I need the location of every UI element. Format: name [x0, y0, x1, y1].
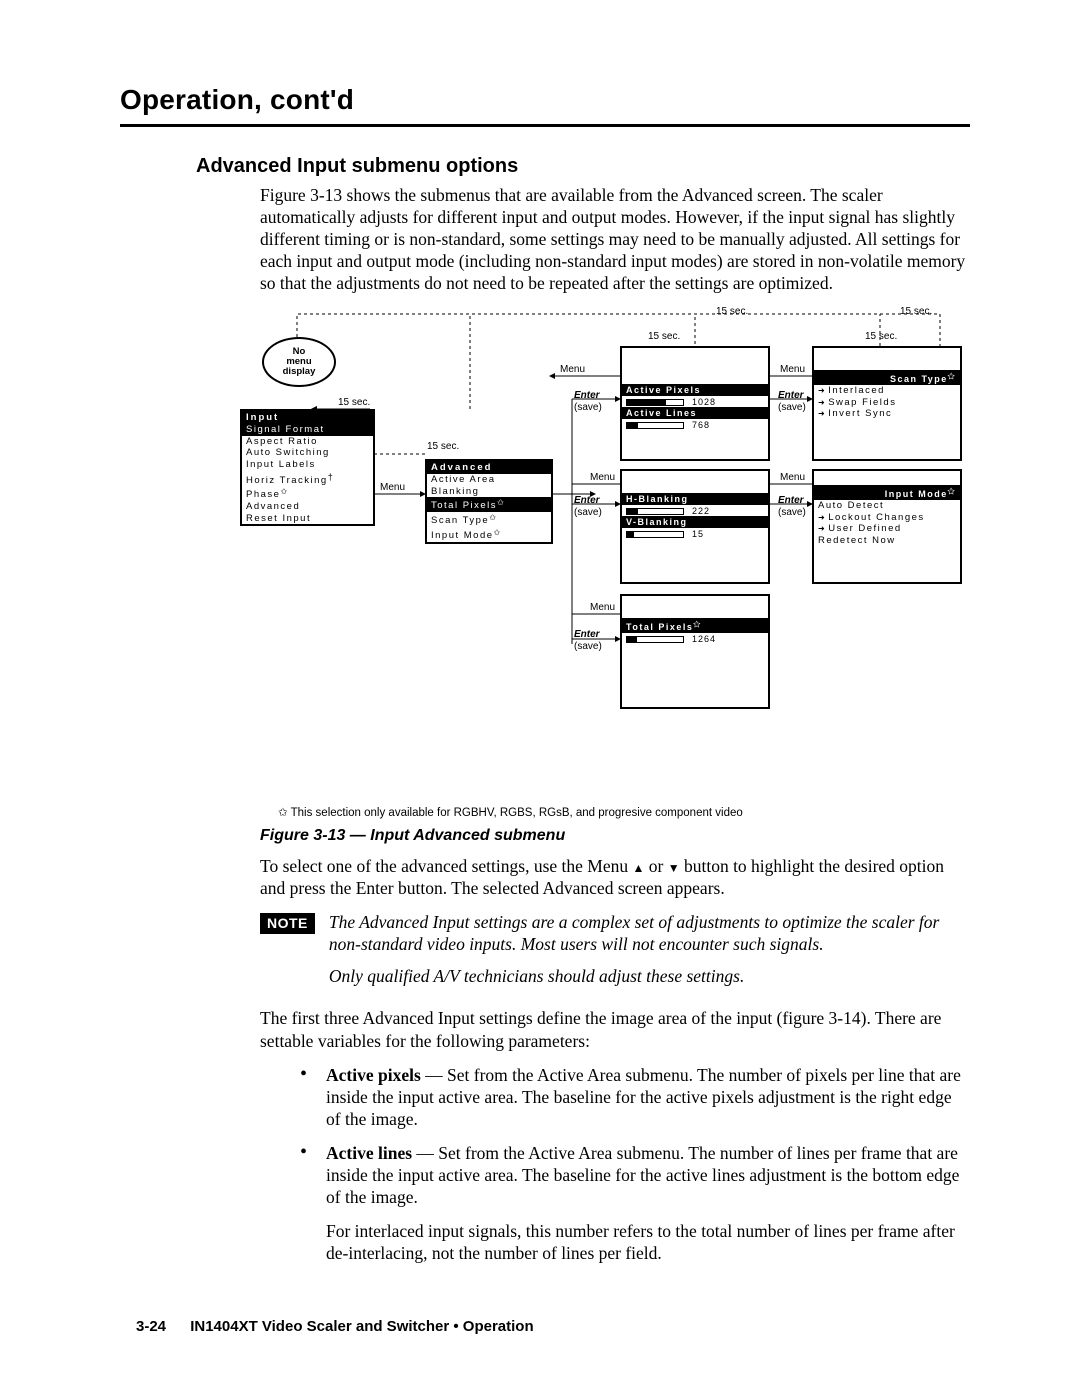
note-text: The Advanced Input settings are a comple…: [329, 911, 970, 997]
footer-title: IN1404XT Video Scaler and Switcher • Ope…: [190, 1318, 533, 1335]
input-menu-item: Reset Input: [242, 513, 373, 525]
input-mode-item: Auto Detect: [814, 500, 960, 512]
input-menu-item: Aspect Ratio: [242, 436, 373, 448]
bullet-list: Active pixels — Set from the Active Area…: [296, 1064, 970, 1208]
or-word: or: [644, 856, 667, 876]
active-lines-label: Active Lines: [622, 407, 768, 419]
save-label: (save): [574, 507, 602, 518]
input-mode-screen: Input Mode✩ Auto Detect Lockout Changes …: [812, 469, 962, 584]
body-paragraph-1: To select one of the advanced settings, …: [260, 855, 970, 899]
enter-arrow-label: Enter: [574, 390, 600, 401]
input-mode-item: User Defined: [814, 523, 960, 535]
timeout-label: 15 sec.: [716, 306, 748, 317]
page-number: 3-24: [136, 1318, 166, 1335]
menu-arrow-label: Menu: [590, 472, 615, 483]
total-pixels-value: 1264: [686, 634, 716, 644]
h-blanking-value: 222: [686, 506, 710, 516]
save-label: (save): [778, 402, 806, 413]
note-paragraph-1: The Advanced Input settings are a comple…: [329, 911, 970, 955]
no-menu-line-3: display: [264, 367, 334, 377]
bullet-active-pixels: Active pixels — Set from the Active Area…: [296, 1064, 970, 1130]
bullet-text: — Set from the Active Area submenu. The …: [326, 1065, 961, 1129]
active-pixels-bar: 1028: [622, 396, 768, 407]
star-footnote: ✩ This selection only available for RGBH…: [278, 805, 970, 819]
note-block: NOTE The Advanced Input settings are a c…: [260, 911, 970, 997]
section-heading: Operation, cont'd: [120, 84, 970, 116]
bullet-text: — Set from the Active Area submenu. The …: [326, 1143, 959, 1207]
menu-arrow-label: Menu: [780, 364, 805, 375]
active-lines-bar: 768: [622, 419, 768, 430]
menu-arrow-label: Menu: [380, 482, 405, 493]
total-pixels-bar: 1264: [622, 633, 768, 644]
advanced-menu-item: Blanking: [427, 486, 551, 498]
save-label: (save): [778, 507, 806, 518]
save-label: (save): [574, 641, 602, 652]
advanced-menu-item: Total Pixels✩: [427, 497, 551, 512]
body1-pre: To select one of the advanced settings, …: [260, 856, 632, 876]
v-blanking-label: V-Blanking: [622, 516, 768, 528]
timeout-label: 15 sec.: [900, 306, 932, 317]
scan-type-screen: Scan Type✩ Interlaced Swap Fields Invert…: [812, 346, 962, 461]
figure-3-13-diagram: No menu display 15 sec. 15 sec. 15 sec. …: [220, 304, 980, 799]
figure-caption: Figure 3-13 — Input Advanced submenu: [260, 827, 970, 845]
input-mode-item: Lockout Changes: [814, 512, 960, 524]
enter-arrow-label: Enter: [574, 495, 600, 506]
total-pixels-screen: Total Pixels✩ 1264: [620, 594, 770, 709]
subsection-heading: Advanced Input submenu options: [196, 155, 970, 178]
triangle-down-icon: ▼: [668, 864, 680, 874]
menu-arrow-label: Menu: [590, 602, 615, 613]
timeout-label: 15 sec.: [427, 441, 459, 452]
scan-type-item: Swap Fields: [814, 397, 960, 409]
advanced-menu-box: Advanced Active Area Blanking Total Pixe…: [425, 459, 553, 543]
input-mode-title: Input Mode✩: [814, 485, 960, 500]
timeout-label: 15 sec.: [338, 397, 370, 408]
advanced-menu-item: Active Area: [427, 474, 551, 486]
input-mode-item: Redetect Now: [814, 535, 960, 547]
active-pixels-label: Active Pixels: [622, 384, 768, 396]
triangle-up-icon: ▲: [632, 864, 644, 874]
sub-note-paragraph: For interlaced input signals, this numbe…: [326, 1220, 970, 1264]
input-menu-item: Auto Switching: [242, 447, 373, 459]
menu-arrow-label: Menu: [780, 472, 805, 483]
bullet-label: Active pixels: [326, 1065, 421, 1085]
enter-arrow-label: Enter: [778, 390, 804, 401]
enter-arrow-label: Enter: [778, 495, 804, 506]
menu-arrow-label: Menu: [560, 364, 585, 375]
timeout-label: 15 sec.: [865, 331, 897, 342]
input-menu-title: Input: [242, 411, 373, 424]
v-blanking-bar: 15: [622, 528, 768, 539]
scan-type-title: Scan Type✩: [814, 370, 960, 385]
note-paragraph-2: Only qualified A/V technicians should ad…: [329, 965, 970, 987]
input-menu-item: Input Labels: [242, 459, 373, 471]
scan-type-item: Interlaced: [814, 385, 960, 397]
bullet-active-lines: Active lines — Set from the Active Area …: [296, 1142, 970, 1208]
blanking-screen: H-Blanking 222 V-Blanking 15: [620, 469, 770, 584]
active-lines-value: 768: [686, 420, 710, 430]
bullet-label: Active lines: [326, 1143, 412, 1163]
scan-type-item: Invert Sync: [814, 408, 960, 420]
h-blanking-label: H-Blanking: [622, 493, 768, 505]
active-pixels-value: 1028: [686, 397, 716, 407]
intro-paragraph: Figure 3-13 shows the submenus that are …: [260, 184, 970, 294]
advanced-menu-title: Advanced: [427, 461, 551, 474]
note-badge: NOTE: [260, 913, 315, 934]
advanced-menu-item: Scan Type✩: [427, 512, 551, 527]
input-menu-item: Signal Format: [242, 424, 373, 436]
horizontal-rule: [120, 124, 970, 127]
input-menu-item: Advanced: [242, 501, 373, 513]
input-menu-item: Phase✩: [242, 486, 373, 501]
page-footer: 3-24 IN1404XT Video Scaler and Switcher …: [136, 1318, 534, 1335]
active-area-screen: Active Pixels 1028 Active Lines 768: [620, 346, 770, 461]
v-blanking-value: 15: [686, 529, 704, 539]
no-menu-display-node: No menu display: [262, 337, 336, 387]
enter-arrow-label: Enter: [574, 629, 600, 640]
advanced-menu-item: Input Mode✩: [427, 527, 551, 542]
input-menu-item: Horiz Tracking†: [242, 471, 373, 487]
input-menu-box: Input Signal Format Aspect Ratio Auto Sw…: [240, 409, 375, 526]
save-label: (save): [574, 402, 602, 413]
timeout-label: 15 sec.: [648, 331, 680, 342]
body-paragraph-2: The first three Advanced Input settings …: [260, 1007, 970, 1051]
h-blanking-bar: 222: [622, 505, 768, 516]
total-pixels-label: Total Pixels✩: [622, 618, 768, 633]
